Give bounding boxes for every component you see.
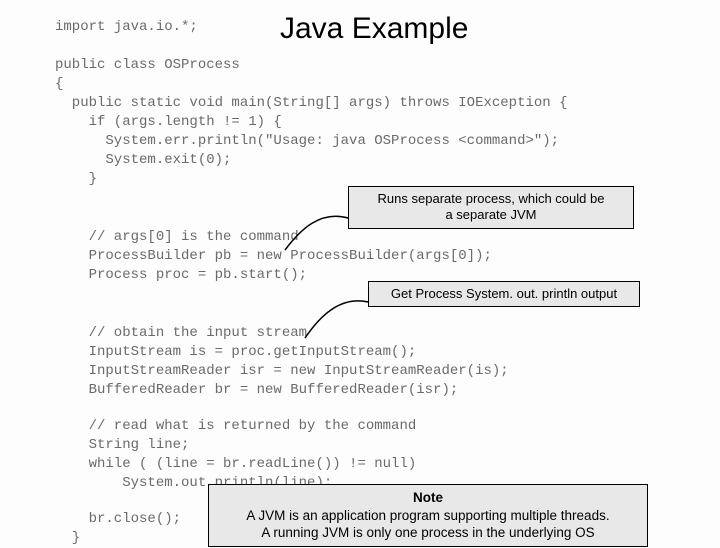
callout1-line2: a separate JVM: [445, 207, 536, 222]
note-line1: A JVM is an application program supporti…: [246, 508, 609, 523]
code-line-brace-close-method: }: [55, 529, 80, 548]
code-line-proc: Process proc = pb.start();: [55, 266, 307, 285]
code-line-if: if (args.length != 1) {: [55, 113, 282, 132]
callout-get-process: Get Process System. out. println output: [368, 281, 640, 307]
code-line-close: br.close();: [55, 510, 181, 529]
code-line-import: import java.io.*;: [55, 18, 198, 37]
code-line-exit: System.exit(0);: [55, 151, 231, 170]
code-line-endif: }: [55, 170, 97, 189]
code-line-br: BufferedReader br = new BufferedReader(i…: [55, 381, 458, 400]
code-line-pb: ProcessBuilder pb = new ProcessBuilder(a…: [55, 247, 492, 266]
code-line-comment-read: // read what is returned by the command: [55, 417, 416, 436]
code-line-string: String line;: [55, 436, 189, 455]
code-line-class: public class OSProcess: [55, 56, 240, 75]
callout-runs-separate: Runs separate process, which could be a …: [348, 186, 634, 229]
note-line2: A running JVM is only one process in the…: [261, 525, 594, 540]
code-line-brace-open: {: [55, 75, 63, 94]
code-line-isr: InputStreamReader isr = new InputStreamR…: [55, 362, 509, 381]
note-box: Note A JVM is an application program sup…: [208, 484, 648, 547]
slide-title: Java Example: [280, 12, 468, 46]
code-line-comment-args: // args[0] is the command: [55, 228, 299, 247]
connector-curve-2: [300, 296, 380, 346]
code-line-comment-obtain: // obtain the input stream: [55, 324, 307, 343]
note-title: Note: [413, 490, 443, 505]
code-line-while: while ( (line = br.readLine()) != null): [55, 455, 416, 474]
code-line-err: System.err.println("Usage: java OSProces…: [55, 132, 559, 151]
callout2-text: Get Process System. out. println output: [391, 286, 617, 301]
callout1-line1: Runs separate process, which could be: [378, 191, 605, 206]
code-line-main: public static void main(String[] args) t…: [55, 94, 567, 113]
connector-curve-1: [280, 210, 360, 260]
